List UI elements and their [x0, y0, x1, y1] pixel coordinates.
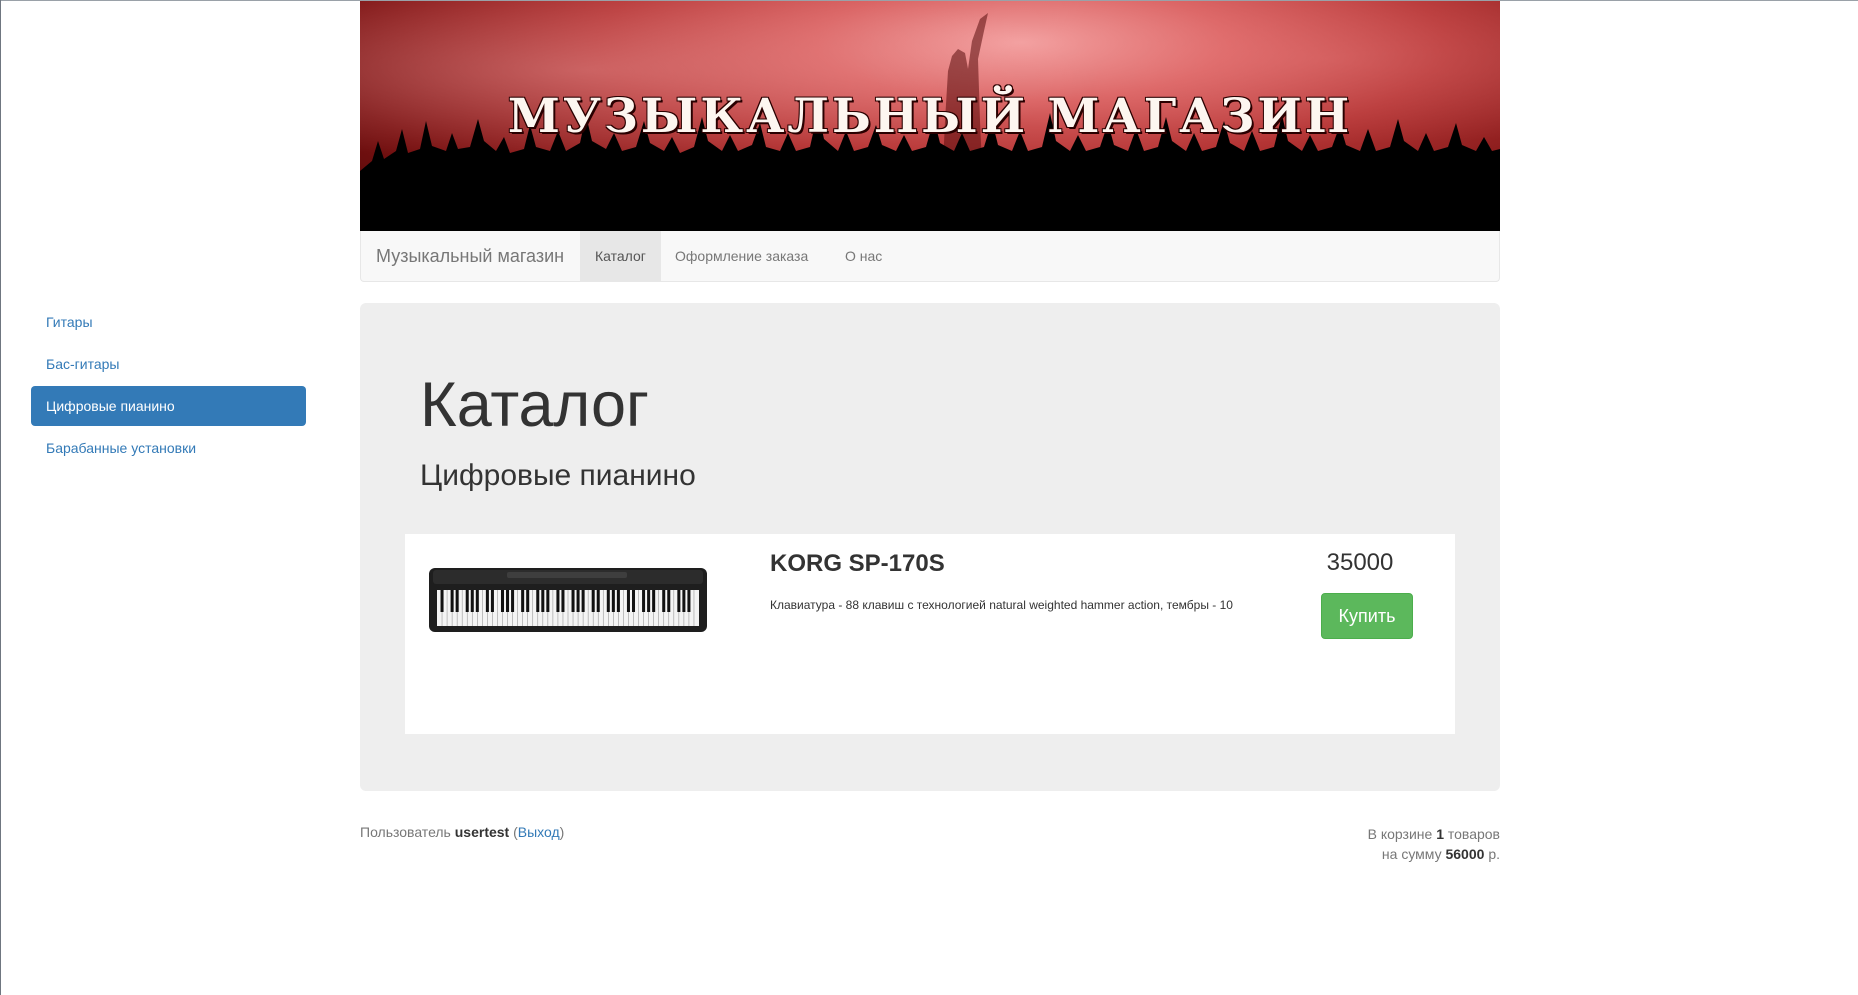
user-label: Пользователь — [360, 824, 451, 840]
sidebar-item-digital-pianos[interactable]: Цифровые пианино — [31, 386, 306, 426]
cart-count: 1 — [1436, 826, 1444, 842]
category-sidebar: Гитары Бас-гитары Цифровые пианино Бараб… — [31, 302, 306, 470]
cart-total-prefix: на сумму — [1381, 846, 1442, 862]
top-navbar: Музыкальный магазин Каталог Оформление з… — [360, 231, 1500, 282]
catalog-panel: Каталог Цифровые пианино KORG SP-170S Кл… — [360, 303, 1500, 791]
window-left-border — [0, 0, 1, 995]
sidebar-item-drum-kits[interactable]: Барабанные установки — [31, 428, 306, 468]
product-name[interactable]: KORG SP-170S — [770, 550, 945, 578]
product-price: 35000 — [1326, 549, 1394, 576]
nav-tab-about[interactable]: О нас — [830, 231, 897, 281]
user-info: Пользователь usertest (Выход) — [360, 824, 565, 840]
page-title: Каталог — [420, 370, 650, 440]
cart-count-suffix: товаров — [1447, 826, 1500, 842]
cart-total-suffix: р. — [1488, 846, 1500, 862]
sidebar-item-guitars[interactable]: Гитары — [31, 302, 306, 342]
category-title: Цифровые пианино — [420, 459, 696, 492]
cart-count-line: В корзине 1 товаров — [1200, 824, 1500, 844]
cart-total-line: на сумму 56000 р. — [1200, 844, 1500, 864]
sidebar-item-bass-guitars[interactable]: Бас-гитары — [31, 344, 306, 384]
cart-summary: В корзине 1 товаров на сумму 56000 р. — [1200, 824, 1500, 864]
nav-tab-checkout[interactable]: Оформление заказа — [660, 231, 823, 281]
piano-image — [427, 560, 709, 640]
product-description: Клавиатура - 88 клавиш с технологией nat… — [770, 598, 1233, 612]
username: usertest — [454, 824, 510, 840]
cart-total: 56000 — [1445, 846, 1485, 862]
header-banner: МУЗЫКАЛЬНЫЙ МАГАЗИН — [360, 1, 1500, 231]
digital-piano-icon — [429, 568, 707, 632]
product-card: KORG SP-170S Клавиатура - 88 клавиш с те… — [405, 534, 1455, 734]
nav-tab-catalog[interactable]: Каталог — [580, 231, 661, 281]
buy-button[interactable]: Купить — [1321, 593, 1413, 639]
cart-count-prefix: В корзине — [1367, 826, 1433, 842]
banner-title: МУЗЫКАЛЬНЫЙ МАГАЗИН — [507, 89, 1353, 144]
logout-link[interactable]: Выход — [518, 824, 560, 840]
navbar-brand[interactable]: Музыкальный магазин — [376, 231, 564, 281]
